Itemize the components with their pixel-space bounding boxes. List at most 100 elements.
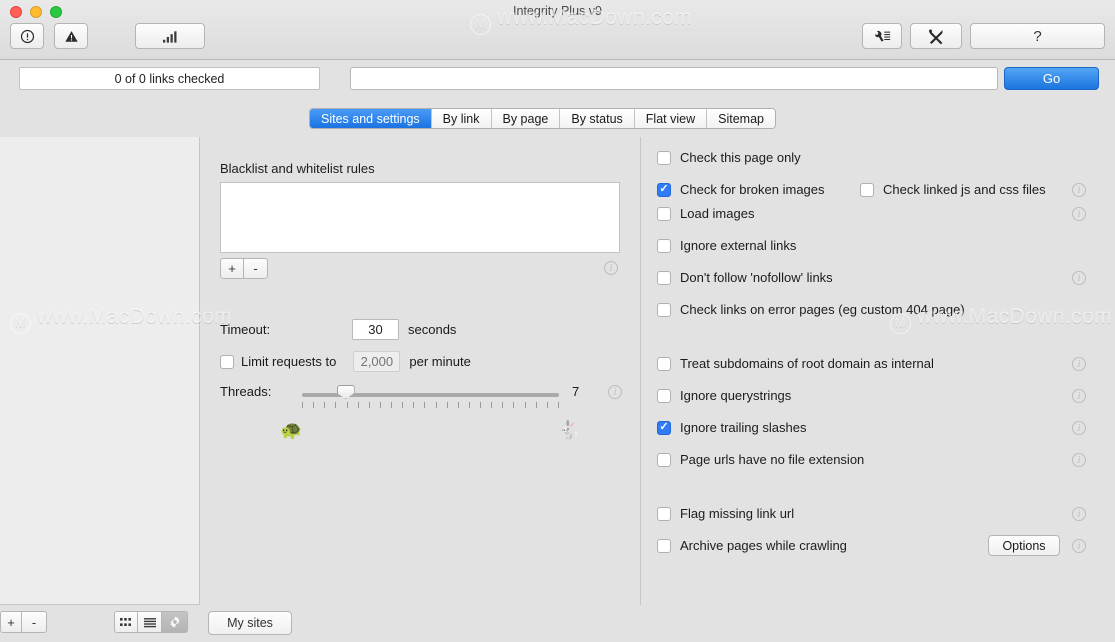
threads-info-icon[interactable]: i	[608, 385, 622, 399]
timeout-input[interactable]	[352, 319, 399, 340]
info-icon-flag-missing-link-url[interactable]: i	[1072, 507, 1086, 521]
timeout-suffix: seconds	[408, 322, 457, 337]
info-icon-check-for-broken-images[interactable]: i	[1072, 183, 1086, 197]
option-label-don-t-follow-nofollow-links: Don't follow 'nofollow' links	[680, 270, 833, 285]
remove-site-button[interactable]: -	[22, 611, 47, 633]
checkbox-ignore-trailing-slashes[interactable]	[657, 420, 671, 435]
threads-label: Threads:	[220, 384, 272, 399]
option-label-archive-pages-while-crawling: Archive pages while crawling	[680, 538, 847, 553]
timeout-label: Timeout:	[220, 322, 271, 337]
preferences-button[interactable]	[862, 23, 902, 49]
rabbit-icon: 🐇	[558, 420, 581, 440]
option-label-treat-subdomains-of-root-domain-as-internal: Treat subdomains of root domain as inter…	[680, 356, 934, 371]
options-panel: Check this page only Check for broken ima…	[641, 137, 1115, 605]
go-button[interactable]: Go	[1004, 67, 1099, 90]
wrench-settings-icon	[874, 30, 891, 42]
option-label-check-links-on-error-pages-eg-custom-404-page: Check links on error pages (eg custom 40…	[680, 302, 965, 317]
rules-add-remove-group: + -	[220, 258, 268, 279]
bar-chart-icon	[162, 30, 176, 43]
tab-sitemap[interactable]: Sitemap	[707, 109, 775, 128]
main-tab-bar: Sites and settings By link By page By statu…	[309, 108, 776, 129]
checkbox-don-t-follow-nofollow-links[interactable]	[657, 270, 671, 285]
warnings-button[interactable]	[54, 23, 88, 49]
checkbox-treat-subdomains-of-root-domain-as-internal[interactable]	[657, 356, 671, 371]
option-row-check-this-page-only[interactable]: Check this page only	[657, 150, 801, 165]
tab-sites-and-settings[interactable]: Sites and settings	[310, 109, 432, 128]
crossed-tools-icon	[929, 29, 943, 44]
checkbox-ignore-external-links[interactable]	[657, 238, 671, 253]
limit-requests-input[interactable]	[353, 351, 401, 372]
limit-requests-suffix: per minute	[409, 354, 471, 369]
archive-options-button[interactable]: Options	[988, 535, 1060, 556]
rules-remove-button[interactable]: -	[244, 258, 268, 279]
option-row-archive-pages-while-crawling[interactable]: Archive pages while crawling	[657, 538, 847, 553]
rules-info-icon[interactable]: i	[604, 261, 618, 275]
tab-flat-view[interactable]: Flat view	[634, 109, 708, 128]
rules-add-button[interactable]: +	[220, 258, 244, 279]
option-row-page-urls-have-no-file-extension[interactable]: Page urls have no file extension	[657, 452, 864, 467]
checkbox-check-for-broken-images[interactable]	[657, 182, 671, 197]
info-icon-load-images[interactable]: i	[1072, 207, 1086, 221]
option-label-page-urls-have-no-file-extension: Page urls have no file extension	[680, 452, 865, 467]
turtle-icon: 🐢	[280, 420, 303, 440]
tab-by-status[interactable]: By status	[560, 109, 635, 128]
add-site-button[interactable]: +	[0, 611, 22, 633]
option-label-check-linked-js-and-css-files: Check linked js and css files	[883, 182, 1046, 197]
option-row-treat-subdomains-of-root-domain-as-internal[interactable]: Treat subdomains of root domain as inter…	[657, 356, 934, 371]
tools-button[interactable]	[910, 23, 962, 49]
settings-view-button[interactable]	[162, 611, 188, 633]
url-input[interactable]	[350, 67, 998, 90]
checkbox-flag-missing-link-url[interactable]	[657, 506, 671, 521]
progress-status-field: 0 of 0 links checked	[19, 67, 320, 90]
my-sites-button[interactable]: My sites	[208, 611, 292, 635]
stop-button[interactable]	[10, 23, 44, 49]
option-row-ignore-external-links[interactable]: Ignore external links	[657, 238, 796, 253]
tab-by-page[interactable]: By page	[491, 109, 561, 128]
window-title: Integrity Plus v9	[513, 4, 602, 18]
option-label-ignore-querystrings: Ignore querystrings	[680, 388, 792, 403]
option-row-don-t-follow-nofollow-links[interactable]: Don't follow 'nofollow' links	[657, 270, 833, 285]
threads-slider-ticks	[302, 402, 559, 409]
sites-sidebar[interactable]	[0, 137, 200, 605]
info-icon-treat-subdomains-of-root-domain-as-internal[interactable]: i	[1072, 357, 1086, 371]
checkbox-load-images[interactable]	[657, 206, 671, 221]
option-row-ignore-trailing-slashes[interactable]: Ignore trailing slashes	[657, 420, 806, 435]
threads-row: Threads: 7 i 🐢 🐇	[220, 384, 630, 440]
rules-heading: Blacklist and whitelist rules	[220, 161, 375, 176]
statistics-button[interactable]	[135, 23, 205, 49]
checkbox-check-links-on-error-pages-eg-custom-404-page[interactable]	[657, 302, 671, 317]
checkbox-archive-pages-while-crawling[interactable]	[657, 538, 671, 553]
info-icon-ignore-querystrings[interactable]: i	[1072, 389, 1086, 403]
gear-icon	[170, 616, 179, 628]
tab-by-link[interactable]: By link	[431, 109, 492, 128]
option-row-check-links-on-error-pages-eg-custom-404-page[interactable]: Check links on error pages (eg custom 40…	[657, 302, 965, 317]
info-icon-don-t-follow-nofollow-links[interactable]: i	[1072, 271, 1086, 285]
checkbox-page-urls-have-no-file-extension[interactable]	[657, 452, 671, 467]
threads-value: 7	[572, 384, 580, 399]
grid-view-button[interactable]	[114, 611, 138, 633]
option-row-ignore-querystrings[interactable]: Ignore querystrings	[657, 388, 791, 403]
option-row-flag-missing-link-url[interactable]: Flag missing link url	[657, 506, 794, 521]
help-button[interactable]: ?	[970, 23, 1105, 49]
checkbox-ignore-querystrings[interactable]	[657, 388, 671, 403]
option-row-load-images[interactable]: Load images	[657, 206, 754, 221]
limit-requests-checkbox[interactable]	[220, 354, 234, 369]
option-row-check-for-broken-images[interactable]: Check for broken images	[657, 182, 825, 197]
checkbox-check-linked-js-and-css-files[interactable]	[860, 182, 874, 197]
list-view-icon	[143, 617, 156, 627]
checkbox-check-this-page-only[interactable]	[657, 150, 671, 165]
option-label-ignore-external-links: Ignore external links	[680, 238, 797, 253]
timeout-row: Timeout: seconds	[220, 319, 456, 340]
limit-requests-label: Limit requests to	[241, 354, 337, 369]
option-label-flag-missing-link-url: Flag missing link url	[680, 506, 795, 521]
option-row-check-linked-js-and-css-files[interactable]: Check linked js and css files	[860, 182, 1046, 197]
grid-view-icon	[120, 617, 131, 626]
rules-list[interactable]	[220, 182, 620, 253]
info-icon-archive-pages-while-crawling[interactable]: i	[1072, 539, 1086, 553]
list-view-button[interactable]	[138, 611, 162, 633]
info-icon-ignore-trailing-slashes[interactable]: i	[1072, 421, 1086, 435]
info-icon-page-urls-have-no-file-extension[interactable]: i	[1072, 453, 1086, 467]
option-label-ignore-trailing-slashes: Ignore trailing slashes	[680, 420, 807, 435]
option-label-check-for-broken-images: Check for broken images	[680, 182, 825, 197]
exclamation-circle-icon	[20, 29, 34, 43]
